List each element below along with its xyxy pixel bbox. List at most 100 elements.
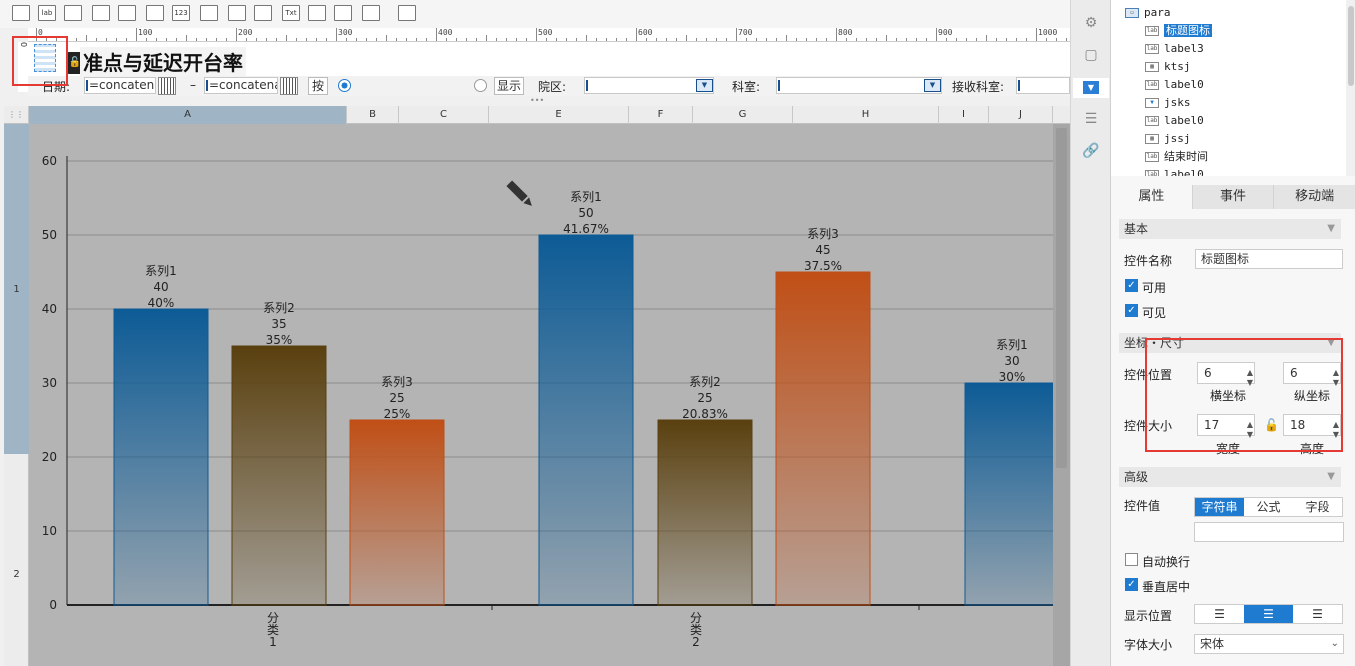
tab-events[interactable]: 事件 — [1192, 185, 1275, 209]
scrollbar-thumb[interactable] — [1056, 128, 1067, 468]
pencil-icon[interactable] — [506, 180, 534, 208]
ruler-minor-tick — [866, 38, 867, 41]
column-header-J[interactable]: J — [989, 106, 1053, 124]
enabled-checkbox[interactable]: ✓ — [1125, 279, 1138, 292]
ruler-minor-tick — [556, 38, 557, 41]
wrap-checkbox[interactable] — [1125, 553, 1138, 566]
label-icon[interactable]: lab — [38, 5, 56, 21]
resize-handle-icon[interactable]: ••• — [530, 96, 544, 105]
date-start-input[interactable]: =concatena — [84, 77, 156, 94]
ruler-minor-tick — [526, 38, 527, 41]
vertical-scrollbar[interactable] — [1053, 124, 1070, 666]
ruler-minor-tick — [356, 38, 357, 41]
align-right-icon[interactable]: ☰ — [1293, 605, 1342, 623]
frame-icon[interactable] — [12, 5, 30, 21]
ruler-minor-tick — [496, 38, 497, 41]
vcenter-checkbox[interactable]: ✓ — [1125, 578, 1138, 591]
password-icon[interactable] — [308, 5, 326, 21]
visible-checkbox[interactable]: ✓ — [1125, 304, 1138, 317]
dropdown-widget-icon[interactable]: ▼ — [1073, 78, 1109, 98]
corner-grip-icon[interactable]: ⋮⋮ — [4, 106, 29, 124]
ruler-minor-tick — [156, 38, 157, 41]
font-select[interactable]: 宋体 ⌄ — [1194, 634, 1344, 654]
column-header-I[interactable]: I — [939, 106, 989, 124]
calendar-icon[interactable] — [146, 5, 164, 21]
tab-properties[interactable]: 属性 — [1111, 185, 1193, 209]
tree-item[interactable]: ▦ jssj — [1145, 131, 1191, 147]
tree-item[interactable]: lab label0 — [1145, 77, 1204, 93]
row-header-1[interactable]: 1 — [4, 284, 29, 295]
mode-formula[interactable]: 公式 — [1244, 498, 1293, 516]
ruler-minor-tick — [176, 38, 177, 41]
value-input[interactable] — [1194, 522, 1344, 542]
ruler-minor-tick — [96, 38, 97, 41]
number-icon[interactable]: 123 — [172, 5, 190, 21]
tree-item[interactable]: ▦ ktsj — [1145, 59, 1191, 75]
column-header-C[interactable]: C — [399, 106, 489, 124]
date-start-calendar-icon[interactable] — [158, 77, 176, 95]
list-icon[interactable]: ☰ — [1082, 110, 1100, 128]
mode-field[interactable]: 字段 — [1293, 498, 1342, 516]
column-header-H[interactable]: H — [793, 106, 939, 124]
list-icon[interactable] — [200, 5, 218, 21]
radio-group-icon[interactable] — [228, 5, 246, 21]
dept-dropdown-icon[interactable]: ▼ — [924, 79, 941, 92]
row-header-2[interactable]: 2 — [4, 569, 29, 580]
align-center-icon[interactable]: ☰ — [1244, 605, 1293, 623]
tree-item[interactable]: ▭ para — [1125, 5, 1171, 21]
bar — [231, 345, 327, 606]
ruler-minor-tick — [126, 38, 127, 41]
data-label: 35 — [271, 317, 286, 331]
tree-item[interactable]: lab 结束时间 — [1145, 149, 1208, 165]
layout-icon[interactable] — [118, 5, 136, 21]
chart-area[interactable]: 0 10 20 30 40 50 60 分类 1 分类 2 系列1 40 40% 系列2 35 35% 系列3 25… — [29, 124, 1053, 666]
column-header-A[interactable]: A — [29, 106, 347, 124]
tree-item[interactable]: lab label0 — [1145, 167, 1204, 176]
dept-select[interactable] — [776, 77, 942, 94]
more-icon[interactable] — [398, 5, 416, 21]
frame-icon[interactable]: ▢ — [1082, 46, 1100, 64]
column-header-E[interactable]: E — [489, 106, 629, 124]
name-input[interactable]: 标题图标 — [1195, 249, 1343, 269]
tree-icon[interactable] — [362, 5, 380, 21]
tree-item[interactable]: lab label3 — [1145, 41, 1204, 57]
date-end-input[interactable]: =concatenat — [204, 77, 278, 94]
basic-section[interactable]: 基本 ▼ — [1119, 219, 1341, 239]
recv-dept-select[interactable] — [1016, 77, 1070, 94]
radio-unselected[interactable] — [474, 79, 487, 92]
ruler-minor-tick — [946, 38, 947, 41]
ruler-minor-tick — [596, 38, 597, 41]
tab-mobile[interactable]: 移动端 — [1274, 185, 1355, 209]
checkbox-group-icon[interactable] — [254, 5, 272, 21]
tree-item[interactable]: ▼ jsks — [1145, 95, 1191, 111]
hospital-select[interactable] — [584, 77, 714, 94]
widget-settings-icon[interactable]: ⚙ — [1082, 14, 1100, 32]
column-header-B[interactable]: B — [347, 106, 399, 124]
tree-scrollbar[interactable] — [1346, 0, 1355, 176]
radio-selected[interactable] — [338, 79, 351, 92]
ruler-minor-tick — [516, 38, 517, 41]
show-button[interactable]: 显示 — [494, 77, 524, 95]
mode-string[interactable]: 字符串 — [1195, 498, 1244, 516]
column-header-G[interactable]: G — [693, 106, 793, 124]
text-icon[interactable]: Txt — [282, 5, 300, 21]
date-end-calendar-icon[interactable] — [280, 77, 298, 95]
textbox-icon[interactable] — [64, 5, 82, 21]
combo-icon[interactable] — [92, 5, 110, 21]
checkbox-icon[interactable] — [334, 5, 352, 21]
ruler-minor-tick — [906, 38, 907, 41]
link-icon[interactable]: 🔗 — [1082, 142, 1100, 160]
tree-item[interactable]: lab 标题图标 — [1145, 23, 1212, 39]
ruler-minor-tick — [326, 38, 327, 41]
ruler-minor-tick — [776, 38, 777, 41]
bar-chart[interactable]: 0102030405060分类1分类2系列14040% 系列23535%系列325… — [29, 124, 1053, 666]
ruler-minor-tick — [396, 38, 397, 41]
advanced-section[interactable]: 高级 ▼ — [1119, 467, 1341, 487]
ruler-minor-tick — [706, 38, 707, 41]
ruler-minor-tick — [1006, 38, 1007, 41]
column-header-F[interactable]: F — [629, 106, 693, 124]
tree-item[interactable]: lab label0 — [1145, 113, 1204, 129]
align-left-icon[interactable]: ☰ — [1195, 605, 1244, 623]
query-button[interactable]: 按 — [308, 77, 328, 95]
hospital-dropdown-icon[interactable]: ▼ — [696, 79, 713, 92]
